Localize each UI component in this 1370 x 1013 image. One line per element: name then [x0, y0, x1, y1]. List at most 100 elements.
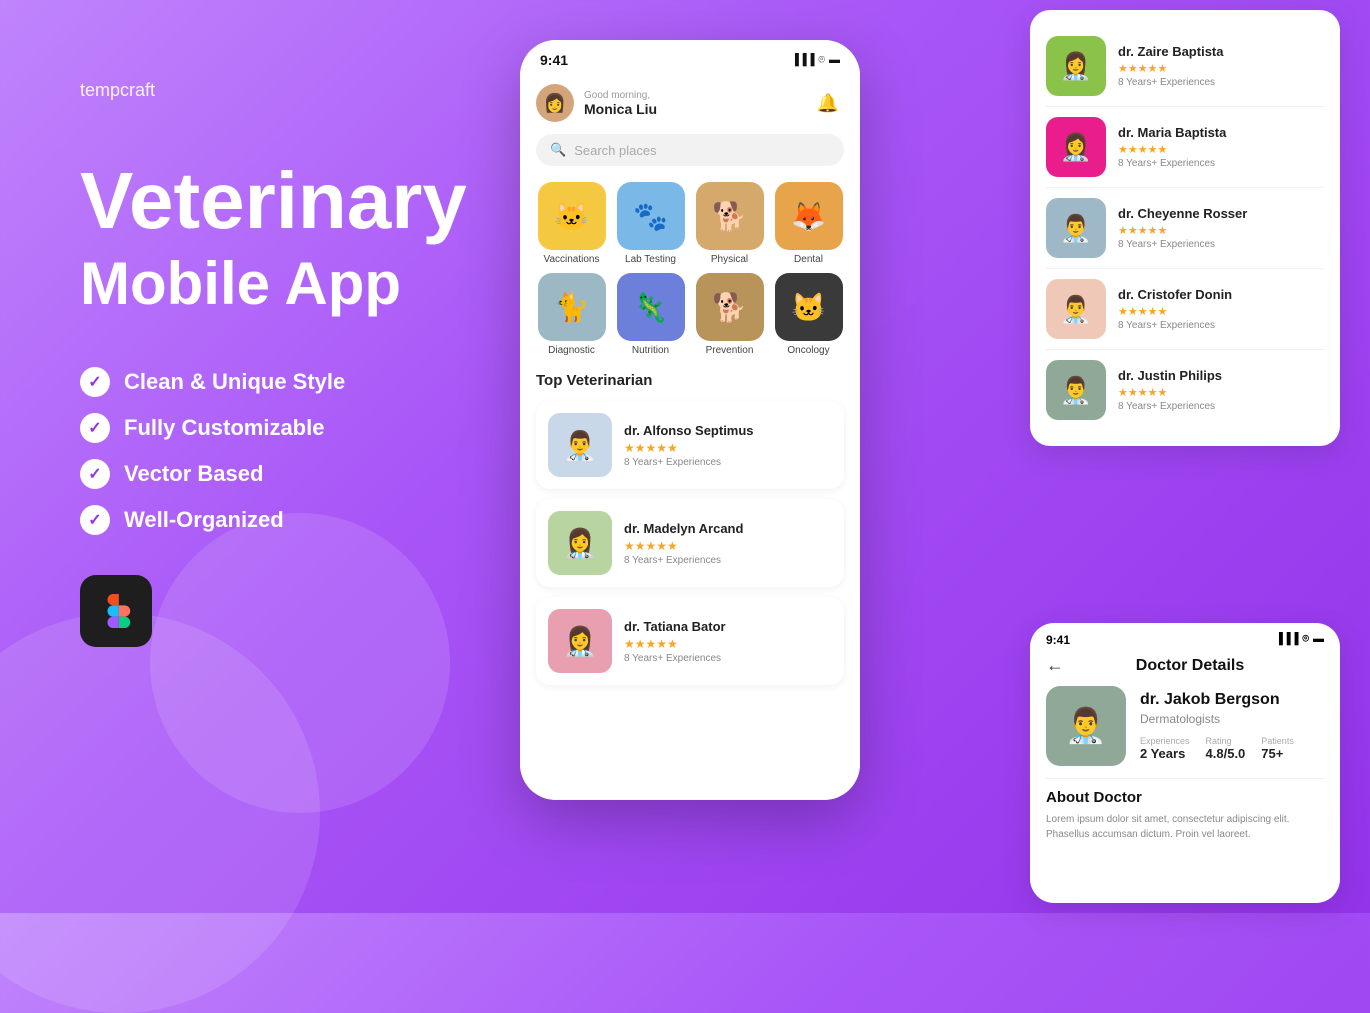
doctor-info-maria: dr. Maria Baptista ★★★★★ 8 Years+ Experi… — [1118, 125, 1226, 169]
about-title: About Doctor — [1046, 789, 1324, 806]
vet-card-3[interactable]: 👩‍⚕️ dr. Tatiana Bator ★★★★★ 8 Years+ Ex… — [536, 597, 844, 685]
doctor-avatar-maria: 👩‍⚕️ — [1046, 117, 1106, 177]
doctor-avatar-cheyenne: 👨‍⚕️ — [1046, 198, 1106, 258]
vet-avatar-1: 👨‍⚕️ — [548, 413, 612, 477]
cat-emoji-oncology: 🐱 — [775, 273, 843, 341]
status-icons: ▐▐▐ ⌾ ▬ — [791, 54, 840, 67]
doctor-detail-card: 👨‍⚕️ dr. Jakob Bergson Dermatologists Ex… — [1030, 686, 1340, 778]
category-label-prevention: Prevention — [706, 345, 754, 356]
category-img-labtest: 🐾 — [617, 182, 685, 250]
bell-icon[interactable]: 🔔 — [812, 87, 844, 119]
doctor-name-justin: dr. Justin Philips — [1118, 368, 1222, 383]
category-label-nutrition: Nutrition — [632, 345, 669, 356]
feature-label-4: Well-Organized — [124, 507, 284, 533]
feature-item-1: Clean & Unique Style — [80, 367, 500, 397]
check-icon-1 — [80, 367, 110, 397]
doctor-card-cristofer[interactable]: 👨‍⚕️ dr. Cristofer Donin ★★★★★ 8 Years+ … — [1046, 269, 1324, 350]
detail-doc-name: dr. Jakob Bergson — [1140, 691, 1324, 709]
stat-exp-value: 2 Years — [1140, 746, 1190, 761]
feature-item-3: Vector Based — [80, 459, 500, 489]
stat-patients-value: 75+ — [1261, 746, 1294, 761]
category-label-vaccinations: Vaccinations — [544, 254, 600, 265]
about-text: Lorem ipsum dolor sit amet, consectetur … — [1046, 812, 1324, 842]
doctor-avatar-cristofer: 👨‍⚕️ — [1046, 279, 1106, 339]
category-diagnostic[interactable]: 🐈 Diagnostic — [536, 273, 607, 356]
doctor-cards-container: 👩‍⚕️ dr. Zaire Baptista ★★★★★ 8 Years+ E… — [1030, 10, 1340, 446]
stat-patients-label: Patients — [1261, 736, 1294, 746]
greeting-text: Good morning, — [584, 90, 657, 101]
doctor-exp-justin: 8 Years+ Experiences — [1118, 401, 1222, 412]
search-bar[interactable]: 🔍 Search places — [536, 134, 844, 166]
doctor-avatar-zaire: 👩‍⚕️ — [1046, 36, 1106, 96]
vet-avatar-3: 👩‍⚕️ — [548, 609, 612, 673]
category-labtest[interactable]: 🐾 Lab Testing — [615, 182, 686, 265]
search-placeholder: Search places — [574, 143, 656, 158]
category-label-dental: Dental — [794, 254, 823, 265]
category-label-oncology: Oncology — [787, 345, 829, 356]
category-img-dental: 🦊 — [775, 182, 843, 250]
feature-label-3: Vector Based — [124, 461, 263, 487]
detail-signal-icon: ▐▐▐ — [1275, 633, 1298, 647]
doctor-exp-maria: 8 Years+ Experiences — [1118, 158, 1226, 169]
feature-item-2: Fully Customizable — [80, 413, 500, 443]
stat-rating-label: Rating — [1206, 736, 1246, 746]
detail-specialty: Dermatologists — [1140, 712, 1324, 726]
category-img-vaccinations: 🐱 — [538, 182, 606, 250]
category-img-diagnostic: 🐈 — [538, 273, 606, 341]
category-label-labtest: Lab Testing — [625, 254, 676, 265]
doctor-card-justin[interactable]: 👨‍⚕️ dr. Justin Philips ★★★★★ 8 Years+ E… — [1046, 350, 1324, 430]
detail-title: Doctor Details — [1076, 657, 1324, 675]
app-header: 👩 Good morning, Monica Liu 🔔 — [536, 74, 844, 134]
vet-name-2: dr. Madelyn Arcand — [624, 521, 832, 536]
category-dental[interactable]: 🦊 Dental — [773, 182, 844, 265]
detail-status-time: 9:41 — [1046, 633, 1070, 647]
category-prevention[interactable]: 🐕 Prevention — [694, 273, 765, 356]
doctor-card-cheyenne[interactable]: 👨‍⚕️ dr. Cheyenne Rosser ★★★★★ 8 Years+ … — [1046, 188, 1324, 269]
feature-list: Clean & Unique Style Fully Customizable … — [80, 367, 500, 535]
search-icon: 🔍 — [550, 142, 566, 158]
detail-header: ← Doctor Details — [1030, 651, 1340, 686]
doctor-name-cristofer: dr. Cristofer Donin — [1118, 287, 1232, 302]
category-physical[interactable]: 🐕 Physical — [694, 182, 765, 265]
cat-emoji-prevention: 🐕 — [696, 273, 764, 341]
left-panel: tempcraft Veterinary Mobile App Clean & … — [80, 80, 500, 647]
cat-emoji-dental: 🦊 — [775, 182, 843, 250]
detail-wifi-icon: ⌾ — [1302, 633, 1309, 647]
vet-info-1: dr. Alfonso Septimus ★★★★★ 8 Years+ Expe… — [624, 423, 832, 468]
cat-emoji-nutrition: 🦎 — [617, 273, 685, 341]
user-avatar: 👩 — [536, 84, 574, 122]
vet-avatar-2: 👩‍⚕️ — [548, 511, 612, 575]
detail-status-bar: 9:41 ▐▐▐ ⌾ ▬ — [1030, 623, 1340, 651]
category-label-physical: Physical — [711, 254, 748, 265]
category-oncology[interactable]: 🐱 Oncology — [773, 273, 844, 356]
doctor-stars-cheyenne: ★★★★★ — [1118, 224, 1247, 237]
app-content: 👩 Good morning, Monica Liu 🔔 🔍 Search pl… — [520, 74, 860, 799]
doctor-card-zaire[interactable]: 👩‍⚕️ dr. Zaire Baptista ★★★★★ 8 Years+ E… — [1046, 26, 1324, 107]
status-bar: 9:41 ▐▐▐ ⌾ ▬ — [520, 40, 860, 74]
main-title: Veterinary — [80, 161, 500, 241]
cat-emoji-labtest: 🐾 — [617, 182, 685, 250]
battery-icon: ▬ — [829, 54, 840, 66]
stat-experiences: Experiences 2 Years — [1140, 736, 1190, 761]
feature-label-2: Fully Customizable — [124, 415, 324, 441]
stat-exp-label: Experiences — [1140, 736, 1190, 746]
detail-status-icons: ▐▐▐ ⌾ ▬ — [1275, 633, 1324, 647]
doctor-name-maria: dr. Maria Baptista — [1118, 125, 1226, 140]
category-vaccinations[interactable]: 🐱 Vaccinations — [536, 182, 607, 265]
back-button[interactable]: ← — [1046, 655, 1064, 676]
figma-icon — [80, 575, 152, 647]
doctor-stars-zaire: ★★★★★ — [1118, 62, 1223, 75]
vet-name-1: dr. Alfonso Septimus — [624, 423, 832, 438]
stat-rating: Rating 4.8/5.0 — [1206, 736, 1246, 761]
check-icon-3 — [80, 459, 110, 489]
user-name-display: Monica Liu — [584, 101, 657, 117]
vet-card-1[interactable]: 👨‍⚕️ dr. Alfonso Septimus ★★★★★ 8 Years+… — [536, 401, 844, 489]
top-vet-title: Top Veterinarian — [536, 372, 844, 389]
vet-card-2[interactable]: 👩‍⚕️ dr. Madelyn Arcand ★★★★★ 8 Years+ E… — [536, 499, 844, 587]
category-nutrition[interactable]: 🦎 Nutrition — [615, 273, 686, 356]
doctor-card-maria[interactable]: 👩‍⚕️ dr. Maria Baptista ★★★★★ 8 Years+ E… — [1046, 107, 1324, 188]
category-img-physical: 🐕 — [696, 182, 764, 250]
vet-info-3: dr. Tatiana Bator ★★★★★ 8 Years+ Experie… — [624, 619, 832, 664]
user-greeting: 👩 Good morning, Monica Liu — [536, 84, 657, 122]
vet-stars-3: ★★★★★ — [624, 637, 832, 651]
